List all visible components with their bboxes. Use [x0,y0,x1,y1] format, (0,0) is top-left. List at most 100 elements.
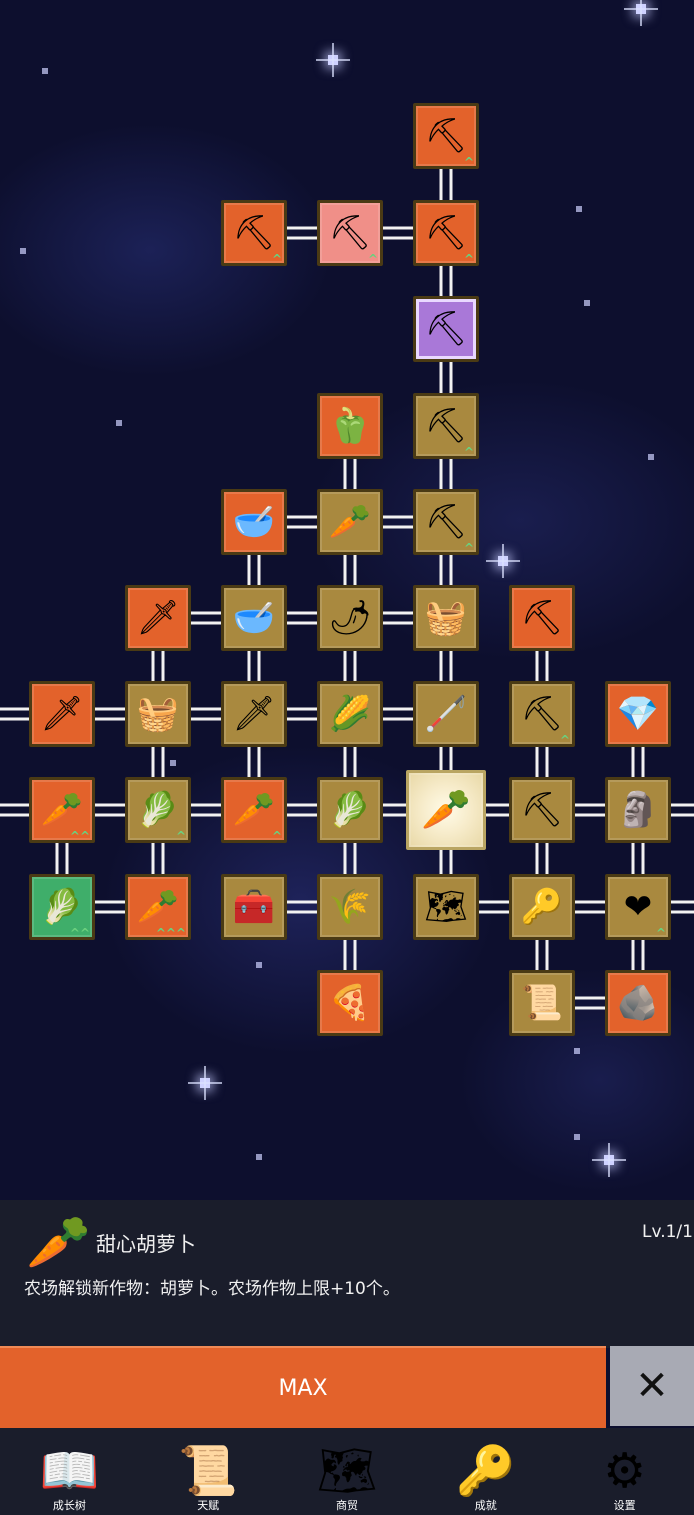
skill-node[interactable]: 🌽 [317,681,383,747]
skill-node[interactable]: 🗿 [605,777,671,843]
shovel-icon: ⛏ [424,213,468,253]
skill-node[interactable]: 🌶 [317,585,383,651]
nav-item-trade[interactable]: 🗺 商贸 [278,1428,417,1515]
skill-node[interactable]: 🥕 ^^ [29,777,95,843]
heart-icon: ❤ [623,887,653,927]
staff-icon: 🦯 [424,694,468,734]
nav-label: 成长树 [52,1499,86,1512]
item-description: 农场解锁新作物：胡萝卜。农场作物上限+10个。 [24,1279,400,1299]
item-name: 甜心胡萝卜 [96,1232,196,1256]
chest-icon: 🧰 [232,887,276,927]
skill-node[interactable]: 🗡 [221,681,287,747]
nav-item-talent[interactable]: 📜 天赋 [139,1428,278,1515]
upgrade-level-mark: ^^ [69,926,90,940]
soup-bowl-icon: 🥣 [232,502,276,542]
upgrade-level-mark: ^ [367,252,378,266]
shovel-icon: ⛏ [424,116,468,156]
skill-node[interactable]: ⛏ ^ [317,200,383,266]
cabbage-icon: 🥬 [328,790,372,830]
upgrade-level-mark: ^ [463,445,474,459]
skill-node[interactable]: 🥬 [317,777,383,843]
upgrade-level-mark: ^^ [69,829,90,843]
chili-icon: 🌶 [328,598,372,638]
upgrade-level-mark: ^ [271,829,282,843]
wheat-icon: 🌾 [328,887,372,927]
item-level: Lv.1/1 [642,1222,693,1242]
scroll-icon: 📜 [520,983,564,1023]
upgrade-level-mark: ^ [463,155,474,169]
skill-node[interactable]: 🥬 ^ [125,777,191,843]
skill-node[interactable]: 🥕 ^^^ [125,874,191,940]
skill-node[interactable]: 🦯 [413,681,479,747]
pepper-icon: 🫑 [328,406,372,446]
skill-node[interactable]: 📜 [509,970,575,1036]
close-icon: ✕ [635,1363,669,1409]
key-icon: 🔑 [520,887,564,927]
skill-node[interactable]: ⛏ ^ [413,103,479,169]
skill-node[interactable]: ⛏ ^ [221,200,287,266]
map-icon: 🗺 [424,887,468,927]
skill-node[interactable]: ⛏ ^ [413,489,479,555]
item-info-panel: 🥕 甜心胡萝卜 Lv.1/1 农场解锁新作物：胡萝卜。农场作物上限+10个。 [0,1200,694,1348]
skill-node[interactable]: 🥣 [221,585,287,651]
gear-icon: ⚙ [603,1443,647,1499]
skill-node[interactable]: 🗺 [413,874,479,940]
skill-node[interactable]: 🥕 [317,489,383,555]
bowl-icon: 🥣 [232,598,276,638]
sword-icon: 🗡 [232,694,276,734]
corn-icon: 🌽 [328,694,372,734]
upgrade-level-mark: ^^^ [155,926,186,940]
skill-node[interactable]: 🥕 [406,770,486,850]
skill-node[interactable]: 🪨 [605,970,671,1036]
shovel-icon: ⛏ [232,213,276,253]
skill-node[interactable]: ⛏ [413,296,479,362]
skill-node[interactable]: 🗡 [29,681,95,747]
shovel-icon: ⛏ [424,502,468,542]
skill-node[interactable]: 🥬 ^^ [29,874,95,940]
skill-node[interactable]: ⛏ ^ [413,393,479,459]
close-button[interactable]: ✕ [610,1346,694,1426]
max-button[interactable]: MAX [0,1346,606,1428]
skill-node[interactable]: 🗡 [125,585,191,651]
nav-item-growth-tree[interactable]: 📖 成长树 [0,1428,139,1515]
shovel-icon: ⛏ [424,309,468,349]
nav-label: 成就 [474,1499,497,1512]
skill-node[interactable]: 🧺 [125,681,191,747]
skill-node[interactable]: ⛏ ^ [413,200,479,266]
statue-icon: 🗿 [616,790,660,830]
nav-label: 天赋 [197,1499,220,1512]
upgrade-level-mark: ^ [655,926,666,940]
skill-node[interactable]: 🧰 [221,874,287,940]
bottom-nav-bar: 📖 成长树 📜 天赋 🗺 商贸 🔑 成就 ⚙ 设置 [0,1428,694,1515]
shovel-icon: ⛏ [424,406,468,446]
skill-node[interactable]: ⛏ [509,777,575,843]
pickaxe-icon: ⛏ [520,694,564,734]
upgrade-level-mark: ^ [559,733,570,747]
skill-node[interactable]: 🧺 [413,585,479,651]
pizza-icon: 🍕 [328,983,372,1023]
skill-node[interactable]: 🔑 [509,874,575,940]
skill-node[interactable]: 🍕 [317,970,383,1036]
skill-node[interactable]: 🥣 [221,489,287,555]
cabbage-icon: 🥬 [136,790,180,830]
skill-node[interactable]: ⛏ [509,585,575,651]
nav-item-achievement[interactable]: 🔑 成就 [416,1428,555,1515]
crate-icon: 🧺 [136,694,180,734]
pickaxe-icon: ⛏ [520,790,564,830]
golden-sword-icon: 🗡 [136,598,180,638]
skill-node[interactable]: ❤ ^ [605,874,671,940]
crystal-icon: 💎 [616,694,660,734]
nav-item-settings[interactable]: ⚙ 设置 [555,1428,694,1515]
nav-label: 商贸 [335,1499,358,1512]
skill-node[interactable]: 🥕 ^ [221,777,287,843]
carrot-icon: 🥕 [26,1213,91,1273]
skill-node[interactable]: ⛏ ^ [509,681,575,747]
skill-node[interactable]: 🫑 [317,393,383,459]
cabbage-icon: 🥬 [40,887,84,927]
upgrade-level-mark: ^ [175,829,186,843]
skill-node[interactable]: 💎 [605,681,671,747]
skill-node[interactable]: 🌾 [317,874,383,940]
pickaxe-icon: ⛏ [520,598,564,638]
upgrade-level-mark: ^ [463,541,474,555]
key-icon: 🔑 [455,1443,516,1499]
